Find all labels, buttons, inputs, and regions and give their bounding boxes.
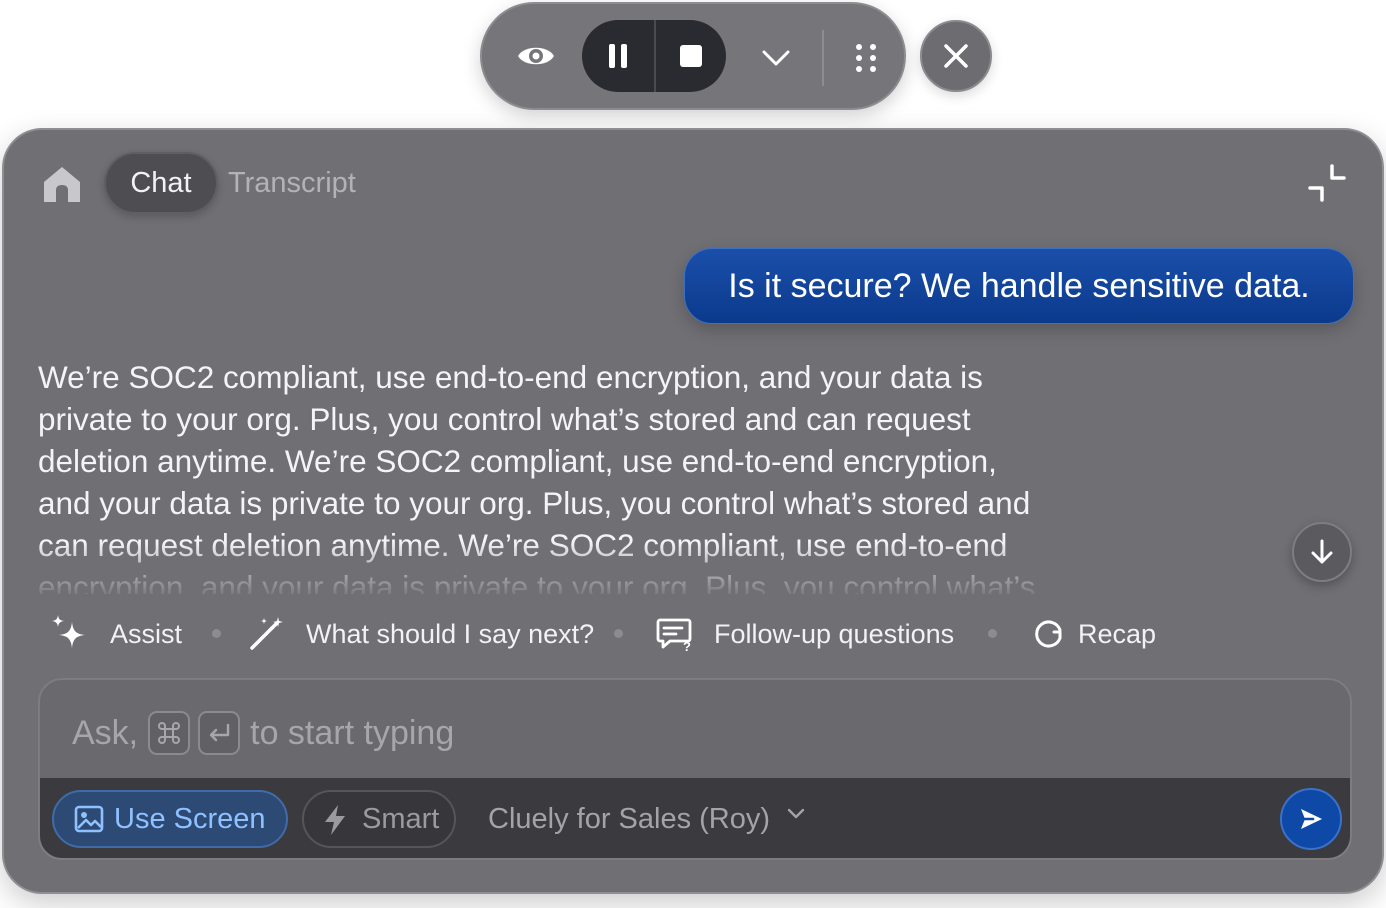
response-line: and your data is private to your org. Pl… [38, 485, 1031, 521]
svg-text:?: ? [683, 639, 691, 654]
chat-question-icon: ? [652, 612, 696, 656]
use-screen-button[interactable]: Use Screen [52, 790, 288, 848]
use-screen-label: Use Screen [114, 802, 266, 835]
divider [822, 30, 824, 86]
stop-button[interactable] [656, 20, 726, 92]
action-label: Recap [1078, 618, 1157, 649]
model-label: Cluely for Sales (Roy) [488, 802, 771, 835]
command-key-icon [148, 711, 191, 755]
separator-dot [212, 629, 221, 638]
send-button[interactable] [1280, 788, 1342, 850]
tab-chat[interactable]: Chat [104, 152, 218, 214]
action-label: Follow-up questions [714, 618, 955, 649]
chevron-down-icon [786, 807, 810, 831]
response-line: private to your org. Plus, you control w… [38, 401, 971, 437]
response-line: encryption, and your data is private to … [38, 569, 1036, 594]
follow-up-questions-button[interactable]: ? Follow-up questions [652, 610, 954, 658]
image-icon [74, 804, 104, 834]
quick-actions: Assist What should I say next? ? Follow-… [48, 610, 1248, 658]
chevron-down-icon [762, 50, 790, 66]
chat-composer[interactable]: Ask, to start typing Use Screen Smart Cl… [38, 678, 1352, 860]
composer-placeholder[interactable]: Ask, to start typing [72, 708, 454, 758]
more-options-button[interactable] [748, 30, 804, 86]
collapse-button[interactable] [1304, 160, 1350, 206]
grip-dots-icon [856, 44, 876, 72]
model-selector[interactable]: Cluely for Sales (Roy) [488, 790, 810, 848]
assistant-panel: Chat Transcript Is it secure? We handle … [2, 128, 1384, 894]
smart-label: Smart [362, 802, 440, 835]
recording-controls [582, 20, 726, 92]
stop-icon [680, 45, 702, 67]
magic-wand-icon [244, 612, 288, 656]
tab-transcript[interactable]: Transcript [228, 160, 356, 206]
assistant-response: We’re SOC2 compliant, use end-to-end enc… [38, 356, 1138, 594]
action-label: What should I say next? [306, 618, 595, 649]
lightning-icon [322, 804, 348, 835]
scroll-to-bottom-button[interactable] [1292, 522, 1352, 582]
refresh-icon [1026, 612, 1070, 656]
assist-button[interactable]: Assist [48, 610, 182, 658]
user-message-bubble: Is it secure? We handle sensitive data. [684, 248, 1354, 324]
placeholder-suffix: to start typing [250, 713, 455, 752]
pause-icon [609, 44, 627, 68]
recording-control-bar [480, 2, 906, 110]
enter-key-icon [198, 711, 241, 755]
separator-dot [988, 629, 997, 638]
separator-dot [614, 629, 623, 638]
close-icon [944, 44, 968, 68]
smart-mode-button[interactable]: Smart [302, 790, 456, 848]
action-label: Assist [110, 618, 183, 649]
response-line: We’re SOC2 compliant, use end-to-end enc… [38, 359, 983, 395]
home-icon [44, 167, 80, 202]
composer-toolbar: Use Screen Smart Cluely for Sales (Roy) [40, 778, 1350, 858]
arrow-down-icon [1311, 539, 1333, 564]
pause-button[interactable] [582, 20, 654, 92]
send-icon [1301, 809, 1322, 829]
sparkles-icon [48, 612, 92, 656]
drag-handle[interactable] [838, 30, 894, 86]
response-line: deletion anytime. We’re SOC2 compliant, … [38, 443, 997, 479]
collapse-icon [1308, 164, 1346, 202]
home-button[interactable] [40, 162, 84, 206]
eye-icon [518, 47, 554, 65]
recap-button[interactable]: Recap [1026, 610, 1156, 658]
response-line: can request deletion anytime. We’re SOC2… [38, 527, 1008, 563]
close-button[interactable] [920, 20, 992, 92]
what-next-button[interactable]: What should I say next? [244, 610, 594, 658]
visibility-toggle-button[interactable] [506, 26, 566, 86]
placeholder-prefix: Ask, [72, 713, 139, 752]
